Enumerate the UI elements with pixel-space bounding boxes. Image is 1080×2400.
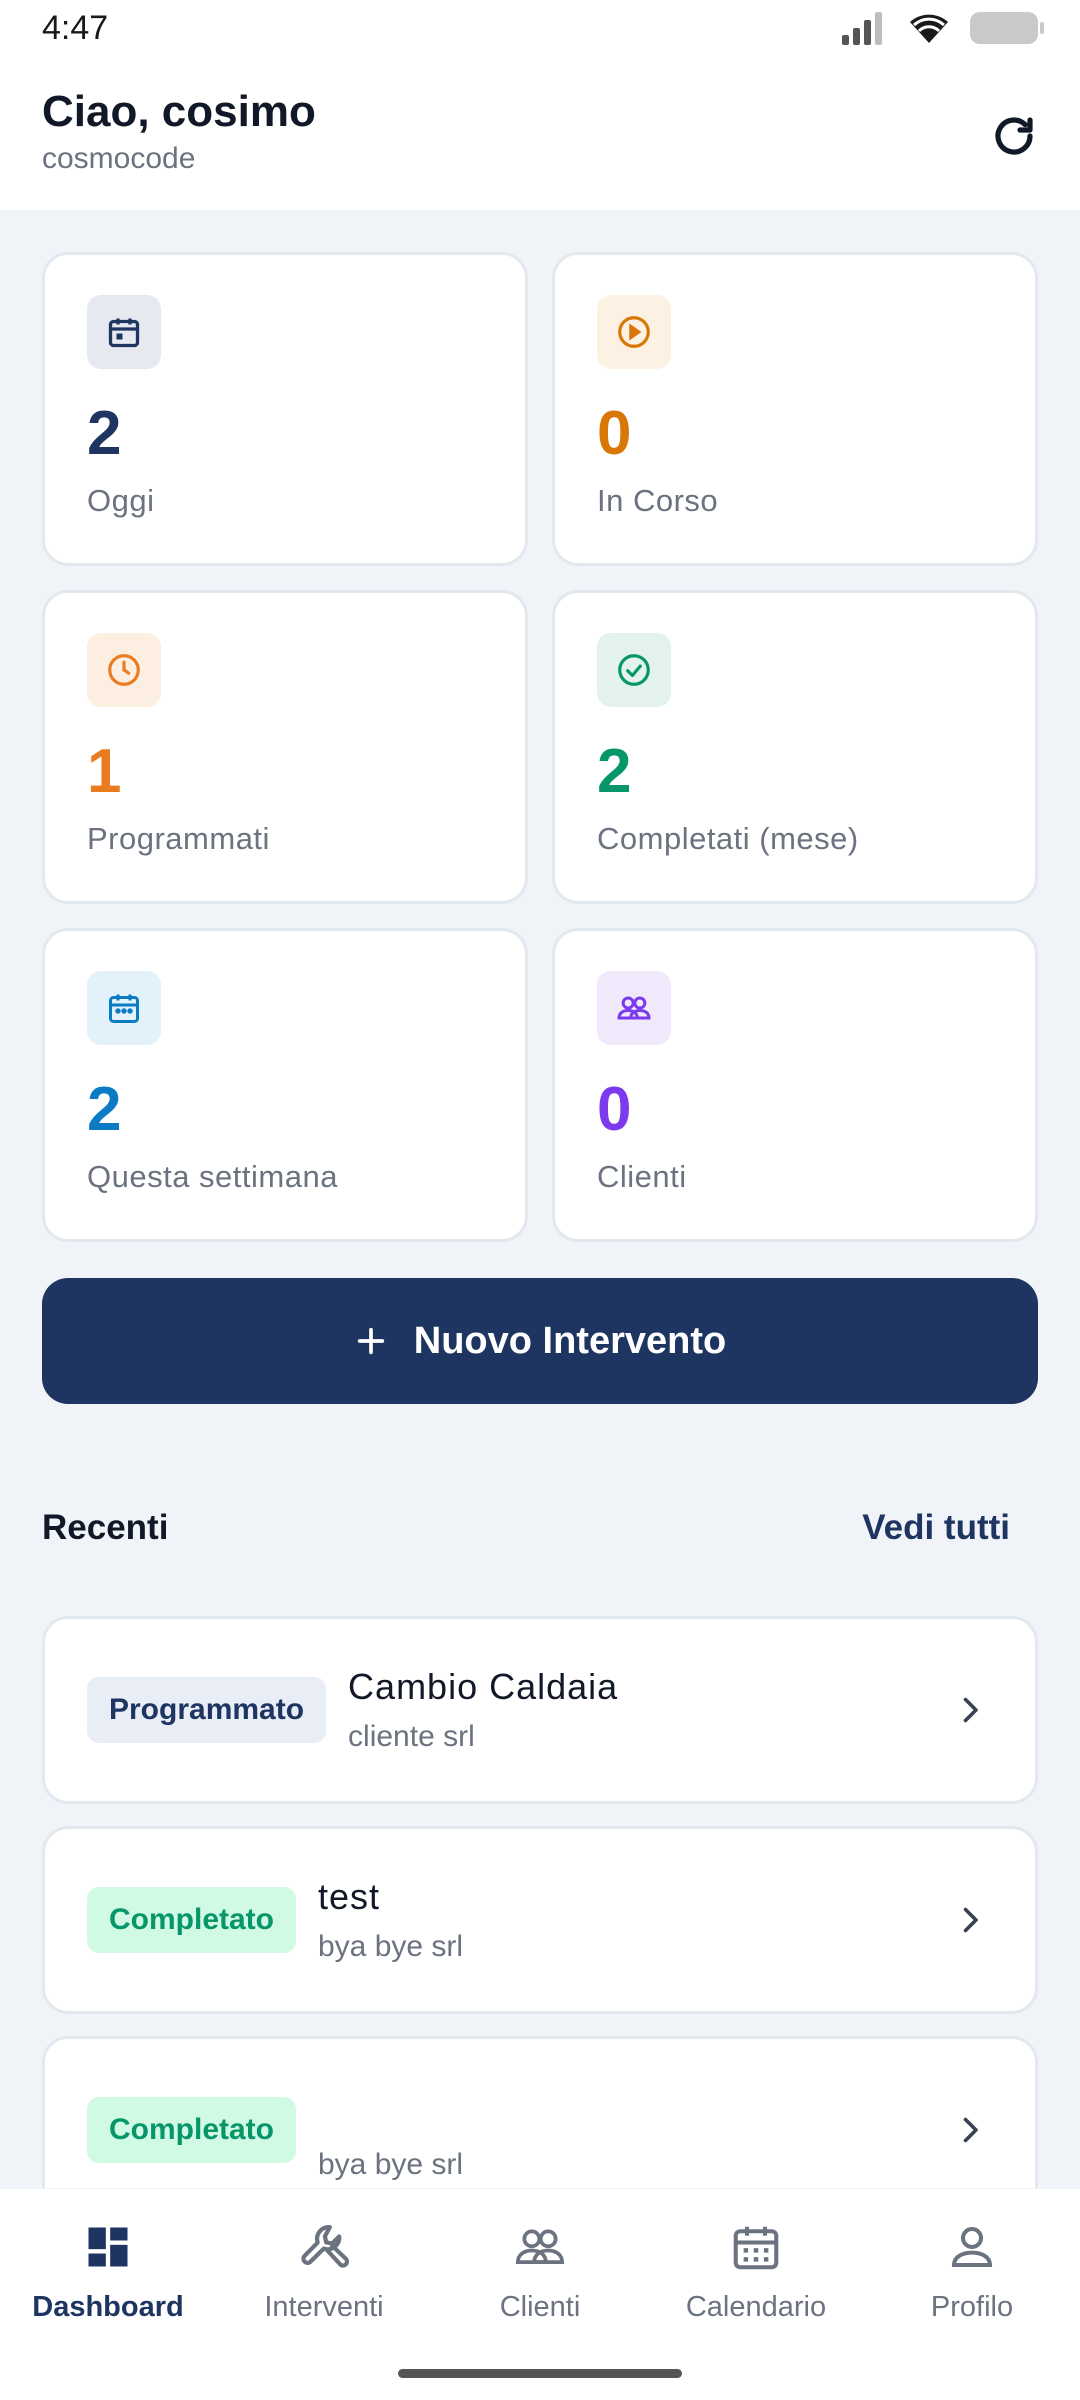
nav-label: Dashboard: [32, 2291, 184, 2323]
status-bar: 4:47: [0, 0, 1080, 62]
users-icon: [617, 996, 651, 1020]
recent-header: Recenti Vedi tutti: [42, 1508, 1010, 1548]
calendar-week-icon: [109, 994, 139, 1023]
stat-icon-box: [597, 971, 671, 1045]
stat-card-this-week[interactable]: 2 Questa settimana: [42, 928, 528, 1242]
nav-item-profilo[interactable]: Profilo: [864, 2215, 1080, 2324]
calendar-icon: [108, 318, 140, 348]
stat-icon-box: [597, 295, 671, 369]
header: Ciao, cosimo cosmocode: [0, 62, 1080, 210]
item-client: bya bye srl: [318, 1930, 464, 1963]
new-intervention-label: Nuovo Intervento: [413, 1319, 727, 1362]
battery-icon: [970, 12, 1044, 44]
status-icons: [840, 11, 1044, 45]
stat-card-completed[interactable]: 2 Completati (mese): [552, 590, 1038, 904]
home-indicator: [398, 2369, 682, 2378]
chevron-right-icon: [955, 1905, 985, 1935]
stat-value: 2: [597, 737, 632, 806]
wifi-icon: [910, 14, 948, 43]
item-title: test: [318, 1876, 381, 1917]
greeting-title: Ciao, cosimo: [42, 87, 316, 136]
nav-item-interventi[interactable]: Interventi: [216, 2215, 432, 2324]
screen: 4:47 Ciao, cosimo cosmocode 2 Oggi 0 In …: [0, 0, 1080, 2400]
item-client: cliente srl: [348, 1720, 475, 1753]
stat-value: 0: [597, 1075, 632, 1144]
person-icon: [940, 2215, 1004, 2279]
refresh-button[interactable]: [984, 106, 1044, 166]
item-text: Cambio Caldaia cliente srl: [348, 1666, 618, 1754]
status-time: 4:47: [42, 8, 109, 47]
status-badge: Completato: [87, 2097, 296, 2163]
stats-grid: 2 Oggi 0 In Corso 1 Programmati 2 Comple…: [42, 252, 1038, 1242]
clock-icon: [108, 654, 140, 686]
wrench-icon: [292, 2215, 356, 2279]
see-all-link[interactable]: Vedi tutti: [862, 1508, 1010, 1548]
list-item[interactable]: Completato test bya bye srl: [42, 1826, 1038, 2014]
nav-item-clienti[interactable]: Clienti: [432, 2215, 648, 2324]
stat-card-clients[interactable]: 0 Clienti: [552, 928, 1038, 1242]
new-intervention-button[interactable]: Nuovo Intervento: [42, 1278, 1038, 1404]
nav-item-calendario[interactable]: Calendario: [648, 2215, 864, 2324]
nav-item-dashboard[interactable]: Dashboard: [0, 2215, 216, 2324]
stat-label: Questa settimana: [87, 1159, 338, 1194]
stat-value: 1: [87, 737, 122, 806]
plus-icon: [357, 1327, 384, 1355]
bottom-navigation: Dashboard Interventi Clienti Calendario …: [0, 2188, 1080, 2400]
item-title: Cambio Caldaia: [348, 1666, 619, 1707]
signal-icon: [842, 12, 882, 45]
username-subtitle: cosmocode: [42, 142, 196, 176]
refresh-icon: [995, 117, 1033, 155]
item-client: bya bye srl: [318, 2148, 464, 2181]
stat-card-scheduled[interactable]: 1 Programmati: [42, 590, 528, 904]
nav-label: Clienti: [499, 2291, 581, 2323]
nav-label: Profilo: [930, 2291, 1014, 2323]
recent-title: Recenti: [42, 1508, 169, 1547]
stat-card-in-progress[interactable]: 0 In Corso: [552, 252, 1038, 566]
stat-value: 0: [597, 399, 632, 468]
check-circle-icon: [618, 654, 650, 686]
status-badge: Programmato: [87, 1677, 327, 1743]
dashboard-icon: [76, 2215, 140, 2279]
stat-label: Completati (mese): [597, 821, 859, 856]
stat-label: Oggi: [87, 483, 155, 518]
stat-value: 2: [87, 1075, 122, 1144]
status-badge: Completato: [87, 1887, 296, 1953]
stat-value: 2: [87, 399, 122, 468]
stat-label: In Corso: [597, 483, 719, 518]
stat-icon-box: [87, 633, 161, 707]
item-text: bya bye srl: [318, 2136, 463, 2182]
calendar-icon: [724, 2215, 788, 2279]
chevron-right-icon: [955, 2115, 985, 2145]
list-item[interactable]: Programmato Cambio Caldaia cliente srl: [42, 1616, 1038, 1804]
stat-label: Clienti: [597, 1159, 687, 1194]
stat-label: Programmati: [87, 821, 270, 856]
item-text: test bya bye srl: [318, 1876, 463, 1964]
nav-label: Interventi: [264, 2291, 384, 2323]
nav-label: Calendario: [685, 2291, 827, 2323]
users-icon: [508, 2215, 572, 2279]
stat-icon-box: [597, 633, 671, 707]
stat-icon-box: [87, 971, 161, 1045]
play-circle-icon: [618, 316, 650, 348]
stat-card-today[interactable]: 2 Oggi: [42, 252, 528, 566]
stat-icon-box: [87, 295, 161, 369]
chevron-right-icon: [955, 1695, 985, 1725]
